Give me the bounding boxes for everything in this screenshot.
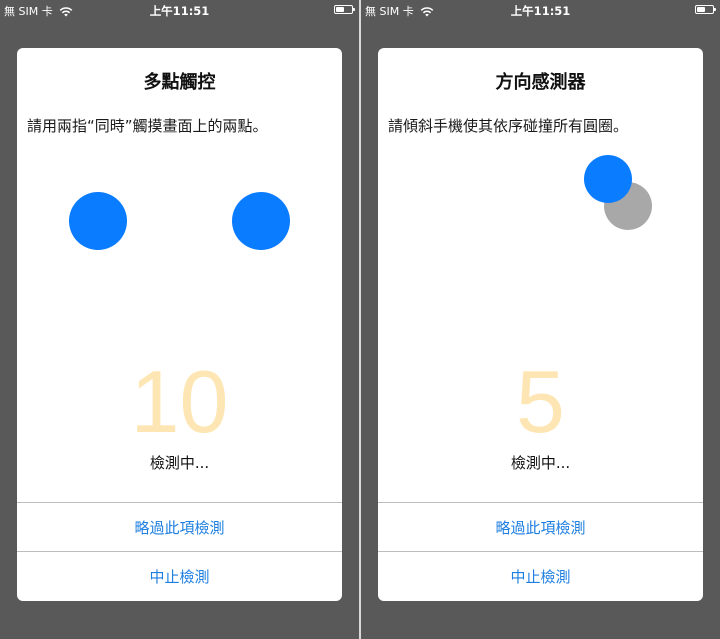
- skip-test-button[interactable]: 略過此項檢測: [378, 503, 703, 551]
- dialog-title: 方向感測器: [495, 72, 586, 93]
- battery-icon: [334, 5, 355, 14]
- dialog-instruction: 請傾斜手機使其依序碰撞所有圓圈。: [388, 117, 629, 135]
- tilt-ball: [584, 155, 632, 203]
- status-bar: 無 SIM 卡 上午11:51: [0, 0, 359, 22]
- multitouch-dialog: 多點觸控 請用兩指“同時”觸摸畫面上的兩點。 10 檢測中... 略過此項檢測 …: [17, 48, 342, 601]
- skip-test-button[interactable]: 略過此項檢測: [17, 503, 342, 551]
- stop-test-button[interactable]: 中止檢測: [378, 552, 703, 600]
- screen-multitouch: 無 SIM 卡 上午11:51 多點觸控 請用兩指“同時”觸摸畫面上的兩點。 1…: [0, 0, 359, 639]
- screen-orientation: 無 SIM 卡 上午11:51 方向感測器 請傾斜手機使其依序碰撞所有圓圈。 5…: [361, 0, 720, 639]
- status-bar: 無 SIM 卡 上午11:51: [361, 0, 720, 22]
- clock: 上午11:51: [510, 4, 571, 18]
- stop-test-button[interactable]: 中止檢測: [17, 552, 342, 600]
- status-text: 檢測中...: [510, 454, 571, 472]
- battery-icon: [695, 5, 716, 14]
- clock: 上午11:51: [149, 4, 210, 18]
- orientation-dialog: 方向感測器 請傾斜手機使其依序碰撞所有圓圈。 5 檢測中... 略過此項檢測 中…: [378, 48, 703, 601]
- dialog-title: 多點觸控: [143, 72, 216, 93]
- dialog-instruction: 請用兩指“同時”觸摸畫面上的兩點。: [27, 117, 268, 135]
- countdown-number: 10: [130, 352, 229, 451]
- countdown-number: 5: [516, 352, 565, 451]
- touch-target-right[interactable]: [232, 192, 290, 250]
- status-text: 檢測中...: [149, 454, 210, 472]
- touch-target-left[interactable]: [69, 192, 127, 250]
